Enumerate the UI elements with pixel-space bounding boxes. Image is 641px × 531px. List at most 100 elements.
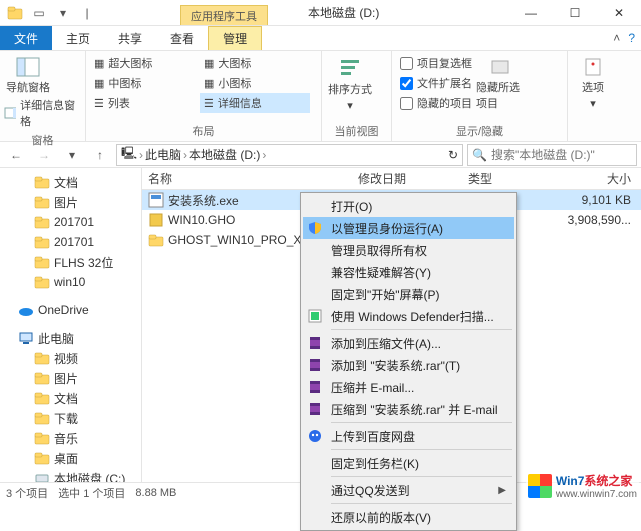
tab-home[interactable]: 主页 [52, 26, 104, 50]
baidu-icon [305, 427, 325, 445]
pc-icon: 🖳 [121, 144, 137, 165]
tree-item[interactable]: 201701 [0, 232, 141, 252]
tree-item[interactable]: 桌面 [0, 448, 141, 468]
titlebar: ▭ ▾ | 应用程序工具 本地磁盘 (D:) — ☐ ✕ [0, 0, 641, 26]
menu-item[interactable]: 兼容性疑难解答(Y) [303, 261, 514, 283]
back-button[interactable]: ← [4, 143, 28, 167]
menu-item[interactable]: 通过QQ发送到▶ [303, 479, 514, 501]
up-button[interactable]: ↑ [88, 143, 112, 167]
rar-icon [305, 334, 325, 352]
layout-details[interactable]: ☰ 详细信息 [200, 93, 310, 113]
menu-item[interactable]: 还原以前的版本(V) [303, 506, 514, 528]
rar-icon [305, 378, 325, 396]
help-icon[interactable]: ? [628, 31, 635, 45]
column-headers[interactable]: 名称 修改日期 类型 大小 [142, 168, 641, 190]
col-type[interactable]: 类型 [462, 170, 542, 187]
tree-item[interactable]: 此电脑 [0, 328, 141, 348]
tab-view[interactable]: 查看 [156, 26, 208, 50]
menu-item[interactable]: 添加到压缩文件(A)... [303, 332, 514, 354]
breadcrumb[interactable]: 🖳 › 此电脑 › 本地磁盘 (D:) › ↻ [116, 144, 463, 166]
tree-item[interactable]: 图片 [0, 368, 141, 388]
menu-item[interactable]: 以管理员身份运行(A) [303, 217, 514, 239]
address-bar: ← → ▾ ↑ 🖳 › 此电脑 › 本地磁盘 (D:) › ↻ 🔍 搜索"本地磁… [0, 142, 641, 168]
window-title: 本地磁盘 (D:) [268, 0, 509, 25]
options-button[interactable]: 选项▾ [572, 53, 614, 110]
properties-icon[interactable]: ▭ [28, 2, 50, 24]
tree-item[interactable]: 视频 [0, 348, 141, 368]
qat-separator: | [76, 2, 98, 24]
layout-list[interactable]: ☰ 列表 [90, 93, 200, 113]
detail-pane-button[interactable]: 详细信息窗格 [4, 95, 81, 131]
tree-item[interactable]: 下载 [0, 408, 141, 428]
menu-item[interactable]: 上传到百度网盘 [303, 425, 514, 447]
menu-item[interactable]: 压缩并 E-mail... [303, 376, 514, 398]
quick-access-toolbar: ▭ ▾ | [0, 0, 180, 25]
col-size[interactable]: 大小 [542, 170, 641, 187]
crumb-root[interactable]: 此电脑 [145, 146, 181, 163]
tab-file[interactable]: 文件 [0, 26, 52, 50]
context-menu[interactable]: 打开(O)以管理员身份运行(A)管理员取得所有权兼容性疑难解答(Y)固定到"开始… [300, 192, 517, 531]
window-controls: — ☐ ✕ [509, 0, 641, 25]
nav-tree[interactable]: 文档图片201701201701FLHS 32位win10OneDrive此电脑… [0, 168, 142, 482]
tree-item[interactable]: 音乐 [0, 428, 141, 448]
blank-icon [305, 481, 325, 499]
menu-item[interactable]: 使用 Windows Defender扫描... [303, 305, 514, 327]
tree-item[interactable]: FLHS 32位 [0, 252, 141, 272]
tree-item[interactable]: 文档 [0, 388, 141, 408]
context-tab: 应用程序工具 [180, 5, 268, 25]
crumb-current[interactable]: 本地磁盘 (D:) [189, 146, 260, 163]
menu-item[interactable]: 固定到任务栏(K) [303, 452, 514, 474]
qat-dropdown-icon[interactable]: ▾ [52, 2, 74, 24]
status-selected: 选中 1 个项目 [58, 485, 125, 501]
tree-item[interactable]: 201701 [0, 212, 141, 232]
maximize-button[interactable]: ☐ [553, 0, 597, 25]
tab-manage[interactable]: 管理 [208, 26, 262, 50]
folder-icon [34, 410, 50, 426]
hide-items-button[interactable]: 隐藏所选项目 [476, 53, 524, 111]
folder-icon [34, 430, 50, 446]
menu-item[interactable]: 打开(O) [303, 195, 514, 217]
tree-item[interactable]: 文档 [0, 172, 141, 192]
layout-large[interactable]: ▦ 大图标 [200, 53, 310, 73]
layout-medium[interactable]: ▦ 中图标 [90, 73, 200, 93]
recent-dropdown[interactable]: ▾ [60, 143, 84, 167]
chk-hidden-items[interactable]: 隐藏的项目 [396, 93, 476, 113]
blank-icon [305, 285, 325, 303]
close-button[interactable]: ✕ [597, 0, 641, 25]
disk-icon [34, 470, 50, 482]
blank-icon [305, 241, 325, 259]
tree-item[interactable]: 图片 [0, 192, 141, 212]
folder-icon [34, 254, 50, 270]
minimize-button[interactable]: — [509, 0, 553, 25]
ribbon-collapse-icon[interactable]: ˄ [613, 31, 620, 45]
folder-icon [34, 390, 50, 406]
ribbon: 导航窗格 详细信息窗格 窗格 ▦ 超大图标 ▦ 大图标 ▦ 中图标 ▦ 小图标 … [0, 50, 641, 142]
menu-item[interactable]: 管理员取得所有权 [303, 239, 514, 261]
menu-item[interactable]: 添加到 "安装系统.rar"(T) [303, 354, 514, 376]
folder-icon [34, 234, 50, 250]
nav-pane-button[interactable]: 导航窗格 [4, 53, 52, 95]
folder-icon [34, 350, 50, 366]
tree-item[interactable]: win10 [0, 272, 141, 292]
layout-xlarge[interactable]: ▦ 超大图标 [90, 53, 200, 73]
refresh-icon[interactable]: ↻ [448, 148, 458, 162]
defender-icon [305, 307, 325, 325]
col-modified[interactable]: 修改日期 [352, 170, 462, 187]
rar-icon [305, 400, 325, 418]
group-label-view: 当前视图 [326, 122, 387, 141]
search-box[interactable]: 🔍 搜索"本地磁盘 (D:)" [467, 144, 637, 166]
chk-item-checkboxes[interactable]: 项目复选框 [396, 53, 476, 73]
forward-button[interactable]: → [32, 143, 56, 167]
col-name[interactable]: 名称 [142, 170, 352, 187]
tree-item[interactable]: 本地磁盘 (C:) [0, 468, 141, 482]
blank-icon [305, 508, 325, 526]
menu-item[interactable]: 压缩到 "安装系统.rar" 并 E-mail [303, 398, 514, 420]
chk-file-ext[interactable]: 文件扩展名 [396, 73, 476, 93]
menu-item[interactable]: 固定到"开始"屏幕(P) [303, 283, 514, 305]
exe-icon [148, 192, 164, 208]
sort-button[interactable]: 排序方式▾ [326, 53, 374, 112]
watermark-logo-icon [528, 474, 552, 498]
layout-small[interactable]: ▦ 小图标 [200, 73, 310, 93]
tab-share[interactable]: 共享 [104, 26, 156, 50]
tree-item[interactable]: OneDrive [0, 300, 141, 320]
